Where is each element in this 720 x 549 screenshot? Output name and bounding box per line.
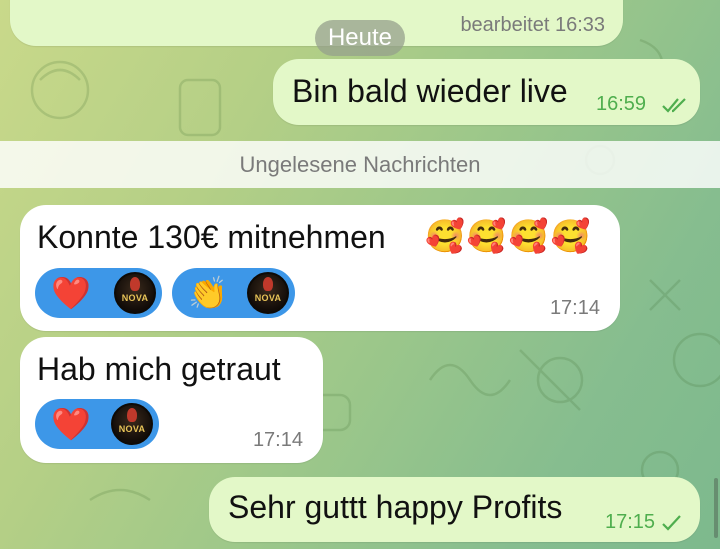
message-text: Bin bald wieder live — [292, 73, 568, 109]
message-time: 16:59 — [596, 93, 647, 115]
clap-icon: 👏 — [188, 275, 228, 311]
message-time: 17:14 — [252, 429, 303, 451]
edited-timestamp: bearbeitet 16:33 — [460, 14, 605, 36]
outgoing-message-bubble[interactable]: Bin bald wieder live 16:59 — [273, 59, 700, 125]
reaction-heart[interactable]: ❤️ NOVA — [35, 399, 159, 449]
nova-avatar-icon: NOVA — [111, 403, 153, 445]
message-time: 17:15 — [605, 511, 656, 533]
incoming-message-bubble[interactable]: Konnte 130€ mitnehmen 🥰🥰🥰🥰 ❤️ NOVA 👏 NOV… — [20, 205, 620, 331]
single-check-icon — [662, 515, 681, 531]
message-time: 17:14 — [549, 297, 600, 319]
message-text: Hab mich getraut — [37, 351, 281, 387]
outgoing-message-bubble[interactable]: Sehr guttt happy Profits 17:15 — [209, 477, 700, 542]
heart-icon: ❤️ — [51, 406, 91, 442]
incoming-message-bubble[interactable]: Hab mich getraut ❤️ NOVA 17:14 — [20, 337, 323, 463]
message-text: Sehr guttt happy Profits — [228, 489, 563, 525]
nova-avatar-icon: NOVA — [247, 272, 289, 314]
double-check-icon — [662, 98, 686, 113]
message-text: Konnte 130€ mitnehmen — [37, 219, 386, 255]
scrollbar[interactable] — [714, 478, 718, 538]
date-pill: Heute — [315, 20, 405, 56]
smiling-face-hearts-emojis: 🥰🥰🥰🥰 — [425, 218, 593, 254]
nova-avatar-icon: NOVA — [114, 272, 156, 314]
heart-icon: ❤️ — [51, 275, 91, 311]
reaction-heart[interactable]: ❤️ NOVA — [35, 268, 162, 318]
reaction-clap[interactable]: 👏 NOVA — [172, 268, 295, 318]
unread-messages-banner: Ungelesene Nachrichten — [0, 141, 720, 188]
